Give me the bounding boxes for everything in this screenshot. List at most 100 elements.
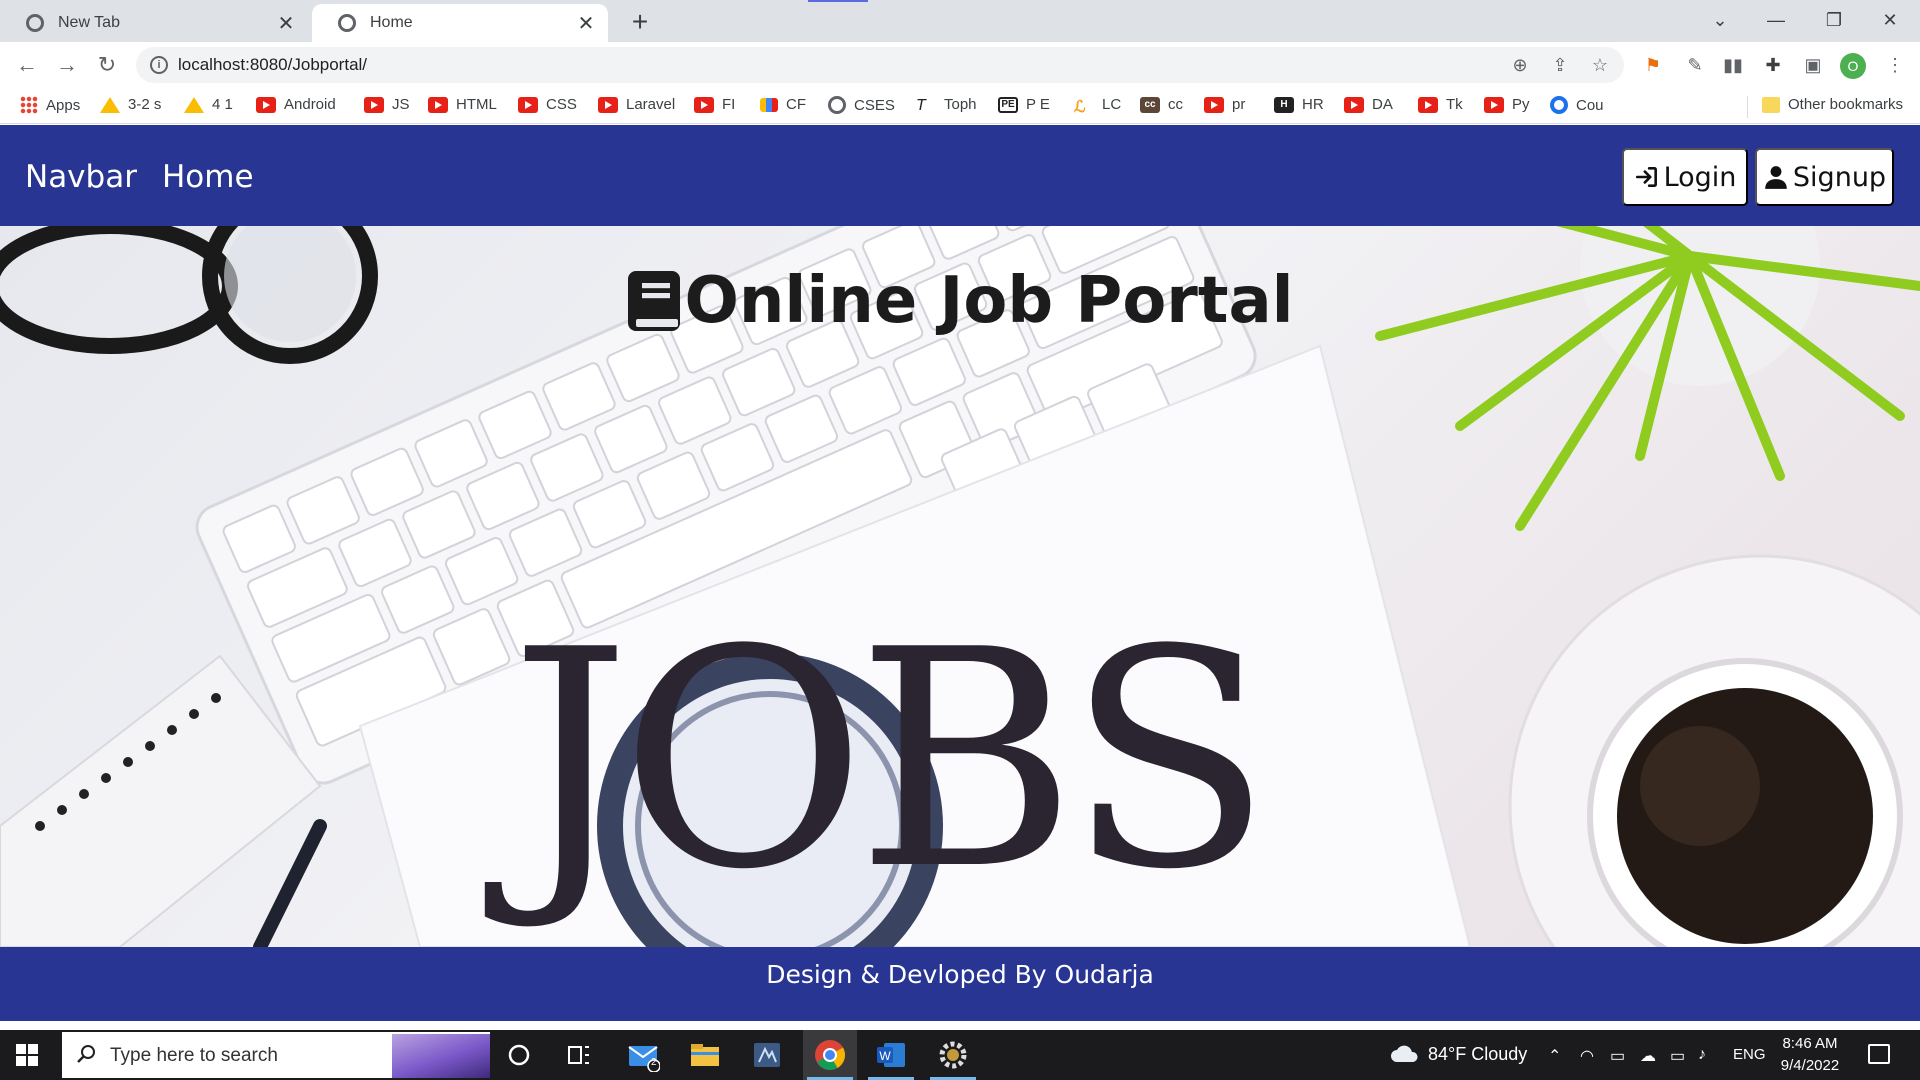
signup-button[interactable]: Signup	[1755, 148, 1894, 206]
user-icon	[1765, 166, 1787, 189]
menu-kebab-icon[interactable]: ⋮	[1880, 50, 1910, 80]
reload-icon[interactable]: ↻	[92, 50, 122, 80]
site-info-icon[interactable]: i	[150, 56, 168, 74]
youtube-icon	[428, 96, 448, 113]
hero-jobs-image-text: JOBS	[510, 586, 1272, 935]
youtube-icon	[598, 96, 618, 113]
bookmark-3-2s[interactable]: 3-2 s	[100, 96, 161, 113]
bookmark-star-icon[interactable]: ☆	[1588, 53, 1612, 77]
youtube-icon	[1484, 96, 1504, 113]
login-button[interactable]: Login	[1622, 148, 1748, 206]
google-drive-icon	[184, 96, 204, 113]
notification-center-icon[interactable]	[1868, 1044, 1890, 1064]
youtube-icon	[1418, 96, 1438, 113]
address-bar[interactable]: i localhost:8080/Jobportal/ ⊕ ⇪ ☆	[136, 47, 1624, 83]
battery-icon[interactable]: ▭	[1670, 1046, 1685, 1066]
new-tab-button[interactable]: +	[624, 6, 656, 38]
youtube-icon	[518, 96, 538, 113]
chrome-taskbar-icon[interactable]	[813, 1038, 847, 1072]
login-arrow-icon	[1635, 167, 1657, 187]
chevron-up-icon[interactable]: ⌃	[1548, 1046, 1561, 1066]
network-icon[interactable]: ◠	[1580, 1046, 1594, 1066]
close-icon[interactable]: ✕	[276, 11, 296, 36]
mail-badge: 2	[651, 1057, 657, 1068]
bookmark-fi[interactable]: FI	[694, 96, 735, 113]
extension-icon[interactable]: ⚑	[1638, 50, 1668, 80]
cloud-weather-icon	[1391, 1045, 1418, 1062]
bookmark-py[interactable]: Py	[1484, 96, 1530, 113]
bookmark-cses[interactable]: CSES	[828, 96, 895, 114]
bookmark-coursera[interactable]: Cou	[1550, 96, 1604, 114]
zoom-icon[interactable]: ⊕	[1508, 53, 1532, 77]
puzzle-icon[interactable]: ✚	[1758, 50, 1788, 80]
word-icon[interactable]: W	[874, 1038, 908, 1072]
share-icon[interactable]: ⇪	[1548, 53, 1572, 77]
bookmarks-bar: Apps 3-2 s 4 1 Android JS HTML CSS Larav…	[0, 88, 1920, 124]
minimize-icon[interactable]: —	[1756, 4, 1796, 36]
tab-label: Home	[370, 14, 413, 31]
clock-date: 9/4/2022	[1780, 1057, 1840, 1074]
vm-app-icon[interactable]	[750, 1038, 784, 1072]
bookmark-html[interactable]: HTML	[428, 96, 497, 113]
hackerrank-icon: H	[1274, 96, 1294, 113]
taskbar-search[interactable]: Type here to search	[62, 1032, 490, 1078]
bookmark-cc[interactable]: cc cc	[1140, 96, 1183, 113]
bookmark-lc[interactable]: ℒ LC	[1074, 96, 1121, 116]
bookmarks-divider	[1747, 96, 1748, 118]
bookmark-tk[interactable]: Tk	[1418, 96, 1463, 113]
other-bookmarks[interactable]: Other bookmarks	[1762, 96, 1903, 113]
book-icon	[628, 271, 681, 331]
codeforces-icon	[760, 97, 778, 112]
profile-avatar[interactable]: O	[1840, 53, 1866, 79]
cortana-icon[interactable]	[502, 1038, 536, 1072]
forward-icon[interactable]: →	[52, 50, 82, 80]
extension-bars-icon[interactable]: ▮▮	[1718, 50, 1748, 80]
tab-indicator	[808, 0, 868, 2]
bookmark-css[interactable]: CSS	[518, 96, 577, 113]
bookmark-cf[interactable]: CF	[760, 96, 806, 113]
bookmark-apps[interactable]: Apps	[20, 96, 80, 114]
back-icon[interactable]: ←	[12, 50, 42, 80]
login-label: Login	[1663, 161, 1737, 193]
volume-icon[interactable]: ♪	[1698, 1046, 1706, 1064]
window-close-icon[interactable]: ✕	[1870, 4, 1910, 36]
site-footer: Design & Devloped By Oudarja	[0, 947, 1920, 1021]
footer-credit: Design & Devloped By Oudarja	[766, 960, 1154, 989]
bookmark-pr[interactable]: pr	[1204, 96, 1245, 113]
meet-now-icon[interactable]: ▭	[1610, 1046, 1625, 1066]
bookmark-project-euler[interactable]: PE P E	[998, 96, 1050, 113]
project-euler-icon: PE	[998, 96, 1018, 113]
bookmark-js[interactable]: JS	[364, 96, 410, 113]
bookmark-hr[interactable]: H HR	[1274, 96, 1324, 113]
hero-banner: JOBS Online Job Portal	[0, 226, 1920, 947]
weather-text[interactable]: 84°F Cloudy	[1428, 1044, 1527, 1065]
navbar-brand[interactable]: Navbar	[25, 159, 137, 195]
restore-icon[interactable]: ❐	[1814, 4, 1854, 36]
tab-home[interactable]: Home ✕	[312, 4, 608, 42]
svg-text:W: W	[879, 1049, 891, 1063]
tab-new-tab[interactable]: New Tab ✕	[0, 4, 308, 42]
site-navbar: Navbar Home Login Signup	[0, 125, 1920, 226]
file-explorer-icon[interactable]	[688, 1038, 722, 1072]
globe-icon	[828, 96, 846, 114]
bookmark-toph[interactable]: T Toph	[916, 96, 977, 114]
bookmark-laravel[interactable]: Laravel	[598, 96, 675, 113]
tab-search-icon[interactable]: ⌄	[1700, 4, 1740, 36]
search-placeholder: Type here to search	[110, 1045, 278, 1066]
nav-link-home[interactable]: Home	[162, 159, 254, 195]
windows-start-icon[interactable]	[16, 1044, 38, 1066]
clock[interactable]: 8:46 AM 9/4/2022	[1760, 1033, 1860, 1077]
bookmark-4-1[interactable]: 4 1	[184, 96, 233, 113]
url-text[interactable]: localhost:8080/Jobportal/	[178, 55, 367, 75]
search-icon	[77, 1045, 95, 1063]
bookmark-da[interactable]: DA	[1344, 96, 1393, 113]
close-icon[interactable]: ✕	[576, 11, 596, 36]
youtube-icon	[1344, 96, 1364, 113]
eyedropper-extension-icon[interactable]: ✎	[1680, 50, 1710, 80]
task-view-icon[interactable]	[562, 1038, 596, 1072]
bookmark-android[interactable]: Android	[256, 96, 336, 113]
onedrive-icon[interactable]: ☁	[1640, 1046, 1656, 1066]
settings-gear-icon[interactable]	[936, 1038, 970, 1072]
side-panel-icon[interactable]: ▣	[1798, 50, 1828, 80]
windows-taskbar: Type here to search 2 W 84°F Cloudy ⌃ ◠ …	[0, 1030, 1920, 1080]
